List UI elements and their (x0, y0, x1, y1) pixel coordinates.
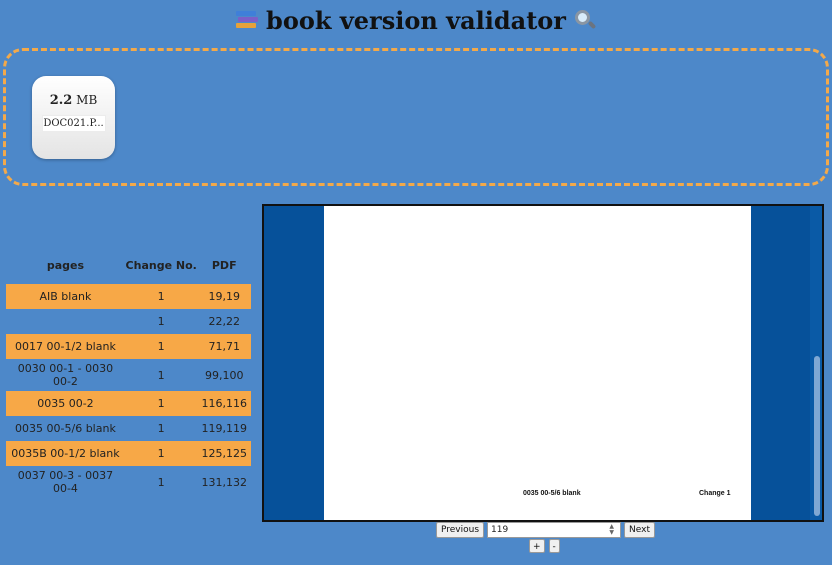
table-body: AIB blank 1 19,19 1 22,22 0017 00-1/2 blank 1 7… (6, 284, 251, 498)
cell-pdf: 19,19 (197, 284, 251, 309)
file-dropzone[interactable]: 2.2 MB DOC021.P... (3, 48, 829, 186)
file-size-value: 2.2 (49, 93, 73, 108)
magnifier-icon (572, 7, 598, 33)
cell-change-no: 1 (157, 422, 165, 435)
cell-change-no: 1 (157, 368, 165, 382)
table-row[interactable]: 0035B 00-1/2 blank 1 125,125 (6, 441, 251, 466)
page-navigation: Previous 119 ▲ ▼ Next (436, 522, 656, 538)
file-name: DOC021.P... (41, 115, 106, 132)
table-header-row: pages Change No. PDF (6, 246, 251, 284)
books-icon (234, 7, 260, 33)
cell-pdf: 71,71 (197, 334, 251, 359)
page-number-value: 119 (491, 525, 509, 535)
cell-pages: 0035 00-2 (6, 391, 125, 416)
uploaded-file-card[interactable]: 2.2 MB DOC021.P... (32, 76, 115, 159)
zoom-out-button[interactable]: - (548, 539, 560, 553)
cell-change-no: 1 (124, 334, 198, 359)
cell-pages: 0030 00-1 - 0030 00-2 (17, 362, 114, 388)
cell-change-no: 1 (157, 315, 165, 328)
cell-pages: 0037 00-3 - 0037 00-4 (17, 469, 114, 495)
cell-change-no: 1 (157, 475, 165, 489)
cell-pages: 0035 00-5/6 blank (15, 422, 116, 435)
viewer-scrollbar[interactable] (810, 206, 822, 520)
cell-pdf: 131,132 (201, 475, 247, 489)
changes-table-container: pages Change No. PDF AIB blank 1 19,19 1 22,… (6, 246, 251, 498)
column-header-pages: pages (46, 258, 85, 272)
page-title: book version validator (266, 5, 566, 35)
table-row[interactable]: 1 22,22 (6, 309, 251, 334)
next-button[interactable]: Next (624, 522, 656, 538)
zoom-controls: + - (529, 539, 560, 553)
table-row[interactable]: 0037 00-3 - 0037 00-4 1 131,132 (6, 466, 251, 498)
cell-pdf: 119,119 (201, 422, 247, 435)
cell-change-no: 1 (124, 284, 198, 309)
changes-table: pages Change No. PDF AIB blank 1 19,19 1 22,… (6, 246, 251, 498)
column-header-change-no: Change No. (125, 258, 197, 272)
table-row[interactable]: 0035 00-5/6 blank 1 119,119 (6, 416, 251, 441)
file-size-unit: MB (76, 93, 98, 107)
page-number-input[interactable]: 119 ▲ ▼ (487, 522, 622, 538)
column-header-pdf: PDF (211, 258, 237, 272)
cell-change-no: 1 (124, 441, 198, 466)
page-footer-label: 0035 00-5/6 blank (523, 490, 581, 497)
table-row[interactable]: 0030 00-1 - 0030 00-2 1 99,100 (6, 359, 251, 391)
cell-pdf: 125,125 (197, 441, 251, 466)
table-row[interactable]: 0017 00-1/2 blank 1 71,71 (6, 334, 251, 359)
pdf-viewer[interactable]: 0035 00-5/6 blank Change 1 (262, 204, 824, 522)
cell-pages (6, 309, 125, 334)
cell-pdf: 99,100 (204, 368, 244, 382)
app-header: book version validator (0, 4, 832, 36)
viewer-scrollbar-thumb[interactable] (814, 356, 820, 516)
page-footer-change: Change 1 (699, 490, 731, 497)
pdf-page: 0035 00-5/6 blank Change 1 (324, 206, 751, 520)
table-row[interactable]: 0035 00-2 1 116,116 (6, 391, 251, 416)
table-row[interactable]: AIB blank 1 19,19 (6, 284, 251, 309)
cell-pages: 0035B 00-1/2 blank (6, 441, 125, 466)
cell-pages: 0017 00-1/2 blank (6, 334, 125, 359)
previous-button[interactable]: Previous (436, 522, 485, 538)
cell-pdf: 22,22 (208, 315, 240, 328)
spinner-icon[interactable]: ▲ ▼ (609, 524, 614, 536)
cell-pages: AIB blank (6, 284, 125, 309)
zoom-in-button[interactable]: + (529, 539, 545, 553)
cell-change-no: 1 (124, 391, 198, 416)
cell-pdf: 116,116 (197, 391, 251, 416)
file-size: 2.2 MB (32, 93, 115, 108)
